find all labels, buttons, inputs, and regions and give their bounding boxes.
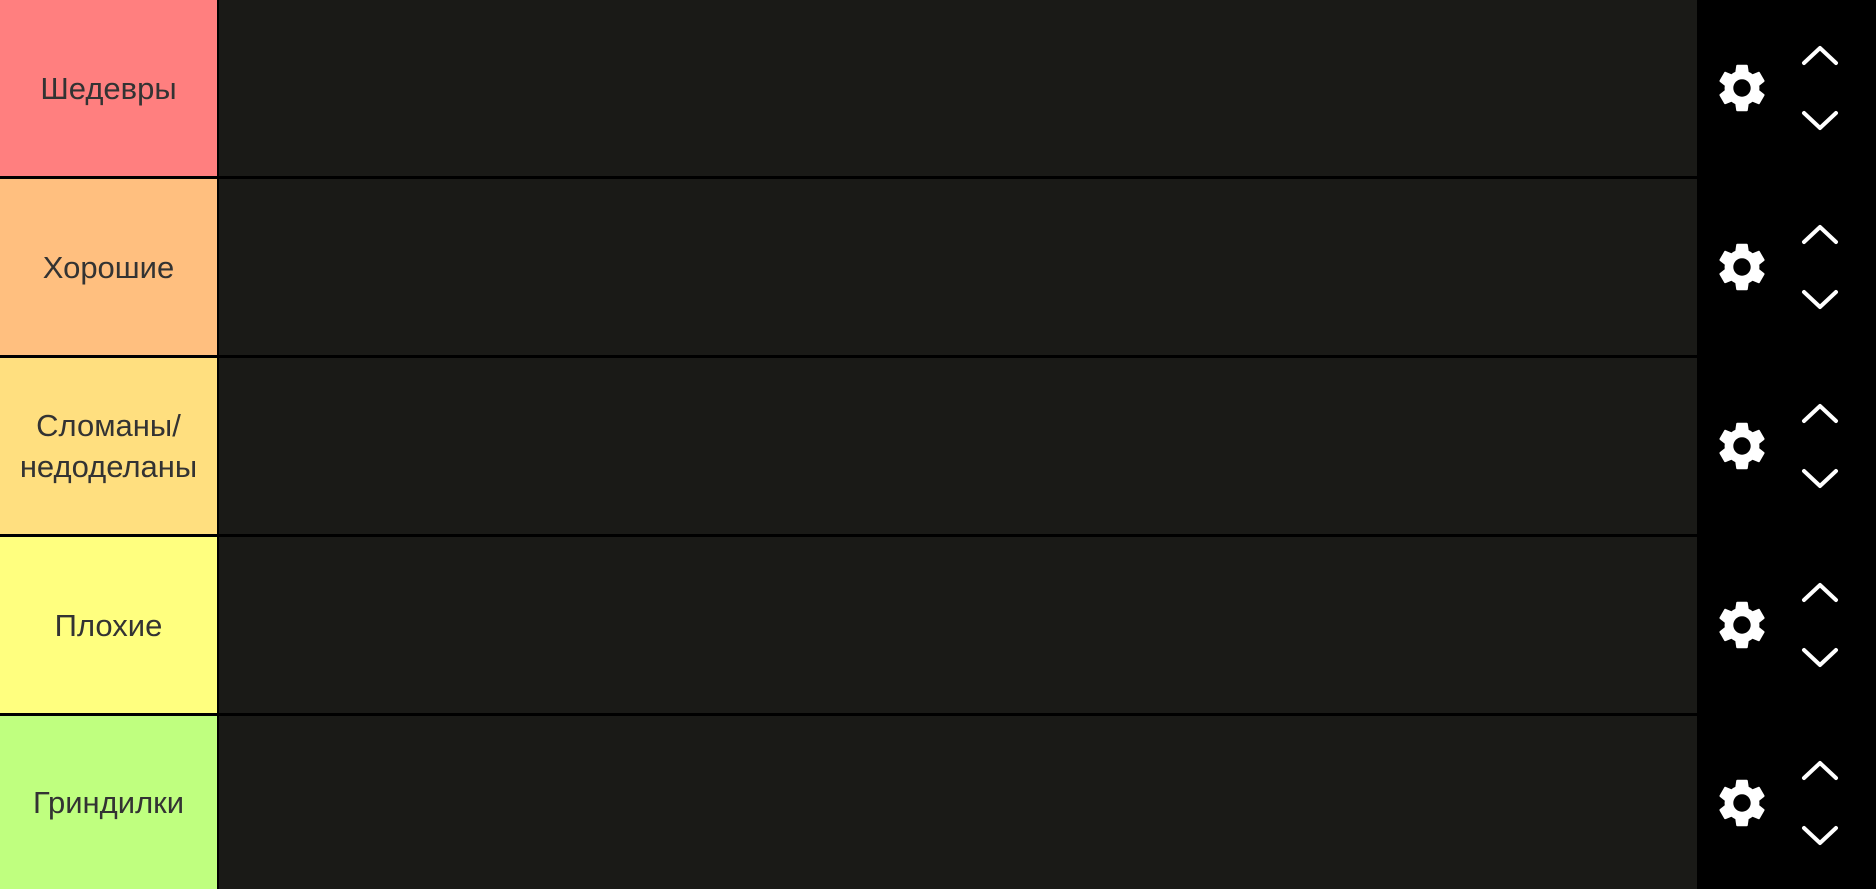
move-up-button[interactable] — [1798, 575, 1842, 609]
tier-label[interactable]: Плохие — [0, 537, 219, 713]
tier-controls — [1697, 179, 1876, 355]
tier-label[interactable]: Хорошие — [0, 179, 219, 355]
chevron-down-icon — [1802, 111, 1838, 130]
chevron-down-icon — [1802, 469, 1838, 488]
chevron-down-icon — [1802, 648, 1838, 667]
reorder-controls — [1798, 217, 1842, 317]
settings-button[interactable] — [1712, 58, 1772, 118]
tier-row: Хорошие — [0, 179, 1876, 355]
gear-icon — [1719, 243, 1765, 291]
gear-icon — [1719, 779, 1765, 826]
gear-icon — [1719, 601, 1765, 649]
move-down-button[interactable] — [1798, 641, 1842, 675]
move-up-button[interactable] — [1798, 217, 1842, 251]
settings-button[interactable] — [1712, 237, 1772, 297]
tier-controls — [1697, 537, 1876, 713]
move-down-button[interactable] — [1798, 819, 1842, 853]
chevron-up-icon — [1802, 760, 1838, 780]
tier-items-dropzone[interactable] — [219, 537, 1697, 713]
tier-items-dropzone[interactable] — [219, 358, 1697, 534]
chevron-up-icon — [1802, 404, 1838, 423]
chevron-up-icon — [1802, 583, 1838, 602]
reorder-controls — [1798, 753, 1842, 853]
chevron-up-icon — [1802, 225, 1838, 244]
chevron-down-icon — [1802, 825, 1838, 845]
reorder-controls — [1798, 575, 1842, 675]
tier-controls — [1697, 716, 1876, 889]
tier-row: Плохие — [0, 537, 1876, 713]
gear-icon — [1719, 64, 1765, 112]
tier-label[interactable]: Сломаны/ недоделаны — [0, 358, 219, 534]
tier-row: Шедевры — [0, 0, 1876, 176]
move-up-button[interactable] — [1798, 38, 1842, 72]
tier-row: Гриндилки — [0, 716, 1876, 889]
tier-label[interactable]: Шедевры — [0, 0, 219, 176]
reorder-controls — [1798, 38, 1842, 138]
move-up-button[interactable] — [1798, 396, 1842, 430]
gear-icon — [1719, 422, 1765, 470]
tier-label[interactable]: Гриндилки — [0, 716, 219, 889]
chevron-up-icon — [1802, 46, 1838, 65]
settings-button[interactable] — [1712, 773, 1772, 833]
tier-items-dropzone[interactable] — [219, 716, 1697, 889]
move-down-button[interactable] — [1798, 462, 1842, 496]
tier-items-dropzone[interactable] — [219, 0, 1697, 176]
tier-controls — [1697, 0, 1876, 176]
tier-list: Шедевры Хорошие Сломаны/ недоделаны Плох… — [0, 0, 1876, 889]
tier-items-dropzone[interactable] — [219, 179, 1697, 355]
move-up-button[interactable] — [1798, 753, 1842, 787]
move-down-button[interactable] — [1798, 283, 1842, 317]
tier-controls — [1697, 358, 1876, 534]
move-down-button[interactable] — [1798, 104, 1842, 138]
reorder-controls — [1798, 396, 1842, 496]
settings-button[interactable] — [1712, 416, 1772, 476]
tier-row: Сломаны/ недоделаны — [0, 358, 1876, 534]
settings-button[interactable] — [1712, 595, 1772, 655]
chevron-down-icon — [1802, 290, 1838, 309]
